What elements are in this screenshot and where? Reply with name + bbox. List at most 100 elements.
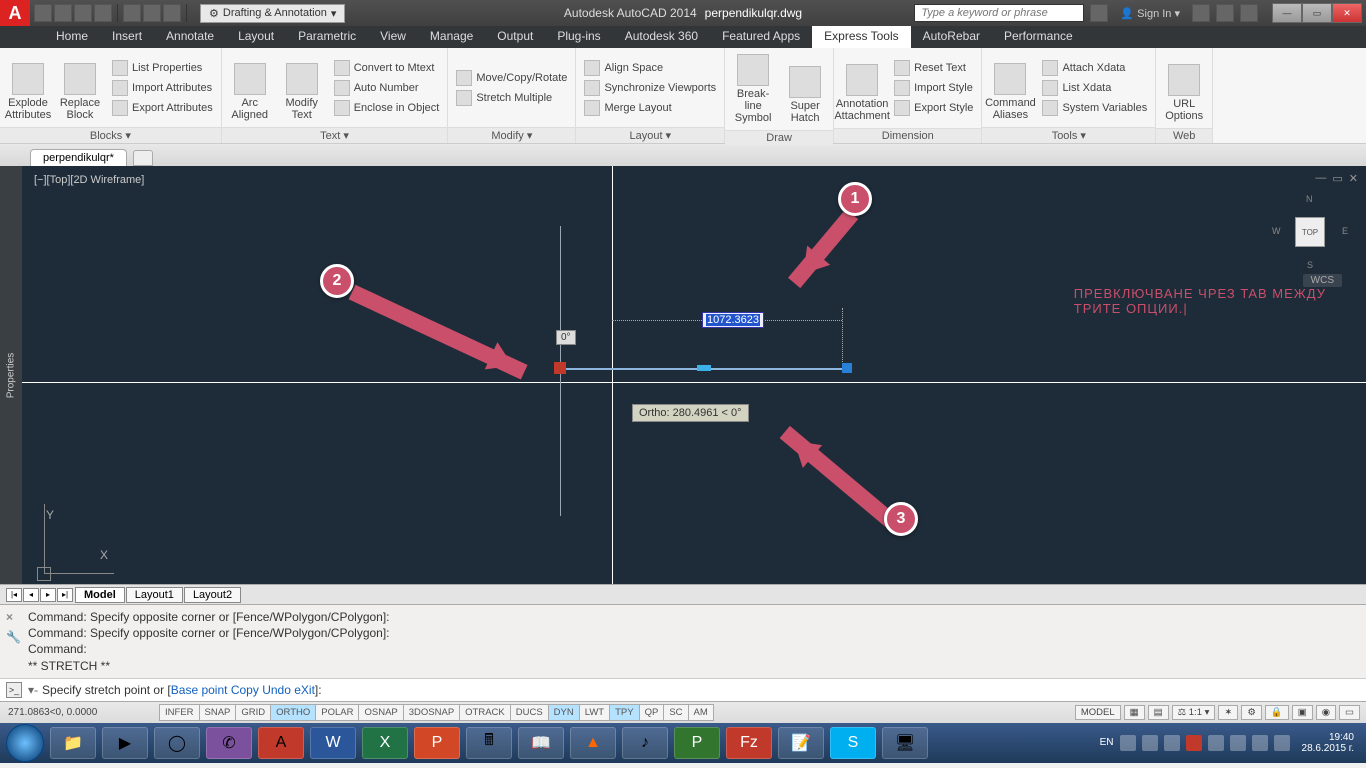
grip-midpoint[interactable] bbox=[697, 365, 711, 371]
taskbar-project-icon[interactable]: P bbox=[674, 727, 720, 759]
import-style-button[interactable]: Import Style bbox=[890, 79, 977, 97]
dynamic-input[interactable]: 1072.3623 bbox=[702, 312, 764, 328]
search-input[interactable] bbox=[914, 4, 1084, 22]
tray-app3-icon[interactable] bbox=[1274, 735, 1290, 751]
taskbar-itunes-icon[interactable]: ♪ bbox=[622, 727, 668, 759]
app-logo[interactable]: A bbox=[0, 0, 30, 26]
workspace-selector[interactable]: ⚙ Drafting & Annotation ▾ bbox=[200, 4, 345, 23]
export-attributes-button[interactable]: Export Attributes bbox=[108, 99, 217, 117]
clean-screen-icon[interactable]: ▭ bbox=[1339, 705, 1360, 720]
start-button[interactable] bbox=[6, 724, 44, 762]
taskbar-explorer-icon[interactable]: 📁 bbox=[50, 727, 96, 759]
move-copy-rotate-button[interactable]: Move/Copy/Rotate bbox=[452, 69, 571, 87]
align-space-button[interactable]: Align Space bbox=[580, 59, 720, 77]
taskbar-viber-icon[interactable]: ✆ bbox=[206, 727, 252, 759]
layout-tab-layout2[interactable]: Layout2 bbox=[184, 587, 241, 603]
taskbar-powerpoint-icon[interactable]: P bbox=[414, 727, 460, 759]
tab-featured-apps[interactable]: Featured Apps bbox=[710, 26, 812, 48]
status-toggle-ducs[interactable]: DUCS bbox=[510, 704, 549, 721]
status-toggle-ortho[interactable]: ORTHO bbox=[270, 704, 316, 721]
status-toggle-3dosnap[interactable]: 3DOSNAP bbox=[403, 704, 460, 721]
replace-block-button[interactable]: ReplaceBlock bbox=[56, 52, 104, 123]
model-space-button[interactable]: MODEL bbox=[1075, 705, 1121, 720]
exchange-icon[interactable] bbox=[1192, 4, 1210, 22]
cmd-close-icon[interactable]: × bbox=[6, 609, 13, 625]
status-toggle-grid[interactable]: GRID bbox=[235, 704, 271, 721]
workspace-switch-icon[interactable]: ⚙ bbox=[1241, 705, 1262, 720]
stretch-multiple-button[interactable]: Stretch Multiple bbox=[452, 89, 571, 107]
taskbar-excel-icon[interactable]: X bbox=[362, 727, 408, 759]
taskbar-chrome-icon[interactable]: ◯ bbox=[154, 727, 200, 759]
annotation-scale[interactable]: ⚖ 1:1 ▾ bbox=[1172, 705, 1216, 720]
close-button[interactable]: ✕ bbox=[1332, 3, 1362, 23]
qat-undo-icon[interactable] bbox=[143, 4, 161, 22]
status-toggle-infer[interactable]: INFER bbox=[159, 704, 200, 721]
taskbar-vlc-icon[interactable]: ▲ bbox=[570, 727, 616, 759]
break-line-symbol-button[interactable]: Break-lineSymbol bbox=[729, 52, 777, 126]
panel-title[interactable]: Text ▾ bbox=[222, 127, 448, 143]
annotation-attachment-button[interactable]: AnnotationAttachment bbox=[838, 52, 886, 124]
coordinates-readout[interactable]: 271.0863<0, 0.0000 bbox=[0, 707, 160, 718]
super-hatch-button[interactable]: SuperHatch bbox=[781, 52, 829, 126]
grip-endpoint[interactable] bbox=[842, 363, 852, 373]
layout-next-icon[interactable]: ▸ bbox=[40, 588, 56, 602]
status-toggle-am[interactable]: AM bbox=[688, 704, 714, 721]
tray-av-icon[interactable] bbox=[1186, 735, 1202, 751]
qat-saveas-icon[interactable] bbox=[94, 4, 112, 22]
taskbar-reader-icon[interactable]: 📖 bbox=[518, 727, 564, 759]
new-tab-button[interactable] bbox=[133, 150, 153, 166]
taskbar-mediaplayer-icon[interactable]: ▶ bbox=[102, 727, 148, 759]
tab-layout[interactable]: Layout bbox=[226, 26, 286, 48]
qat-open-icon[interactable] bbox=[54, 4, 72, 22]
qat-save-icon[interactable] bbox=[74, 4, 92, 22]
status-toggle-lwt[interactable]: LWT bbox=[579, 704, 610, 721]
cmd-prompt-icon[interactable]: >_ bbox=[6, 682, 22, 698]
tab-view[interactable]: View bbox=[368, 26, 418, 48]
panel-title[interactable]: Modify ▾ bbox=[448, 127, 575, 143]
toolbar-lock-icon[interactable]: 🔒 bbox=[1265, 705, 1289, 720]
panel-title[interactable]: Layout ▾ bbox=[576, 127, 724, 143]
status-toggle-dyn[interactable]: DYN bbox=[548, 704, 580, 721]
taskbar-autocad-icon[interactable]: A bbox=[258, 727, 304, 759]
tray-clock[interactable]: 19:40 28.6.2015 г. bbox=[1296, 732, 1360, 754]
tray-flag-icon[interactable] bbox=[1120, 735, 1136, 751]
taskbar-skype-icon[interactable]: S bbox=[830, 727, 876, 759]
qat-plot-icon[interactable] bbox=[123, 4, 141, 22]
panel-title[interactable]: Tools ▾ bbox=[982, 127, 1155, 143]
import-attributes-button[interactable]: Import Attributes bbox=[108, 79, 217, 97]
tab-parametric[interactable]: Parametric bbox=[286, 26, 368, 48]
viewport-label[interactable]: [−][Top][2D Wireframe] bbox=[34, 174, 144, 186]
status-toggle-qp[interactable]: QP bbox=[639, 704, 665, 721]
tab-autorebar[interactable]: AutoRebar bbox=[911, 26, 992, 48]
auto-number-button[interactable]: Auto Number bbox=[330, 79, 444, 97]
tab-performance[interactable]: Performance bbox=[992, 26, 1085, 48]
taskbar-monitor-icon[interactable]: 🖥 bbox=[882, 727, 928, 759]
viewport-maximize-icon[interactable]: ▭ bbox=[1332, 172, 1342, 185]
qat-new-icon[interactable] bbox=[34, 4, 52, 22]
status-snap-icon[interactable]: ▤ bbox=[1148, 705, 1169, 720]
convert-to-mtext-button[interactable]: Convert to Mtext bbox=[330, 59, 444, 77]
layout-first-icon[interactable]: |◂ bbox=[6, 588, 22, 602]
signin-button[interactable]: 👤 Sign In ▾ bbox=[1114, 7, 1186, 20]
list-properties-button[interactable]: List Properties bbox=[108, 59, 217, 77]
qat-redo-icon[interactable] bbox=[163, 4, 181, 22]
tray-app2-icon[interactable] bbox=[1252, 735, 1268, 751]
viewport-minimize-icon[interactable]: — bbox=[1315, 172, 1326, 185]
annotation-visibility-icon[interactable]: ✶ bbox=[1218, 705, 1238, 720]
tab-manage[interactable]: Manage bbox=[418, 26, 485, 48]
system-variables-button[interactable]: System Variables bbox=[1038, 99, 1151, 117]
tab-plug-ins[interactable]: Plug-ins bbox=[545, 26, 612, 48]
tray-network-icon[interactable] bbox=[1142, 735, 1158, 751]
layout-prev-icon[interactable]: ◂ bbox=[23, 588, 39, 602]
panel-title[interactable]: Draw bbox=[725, 130, 833, 145]
properties-palette-tab[interactable]: Properties bbox=[0, 166, 22, 584]
status-toggle-polar[interactable]: POLAR bbox=[315, 704, 359, 721]
viewcube[interactable]: TOP N S W E bbox=[1274, 196, 1346, 268]
taskbar-calc-icon[interactable]: 🖩 bbox=[466, 727, 512, 759]
stayconnected-icon[interactable] bbox=[1216, 4, 1234, 22]
tab-express-tools[interactable]: Express Tools bbox=[812, 26, 910, 48]
tab-insert[interactable]: Insert bbox=[100, 26, 154, 48]
tab-autodesk-360[interactable]: Autodesk 360 bbox=[613, 26, 710, 48]
tray-lang[interactable]: EN bbox=[1100, 737, 1114, 748]
viewport-close-icon[interactable]: ✕ bbox=[1349, 172, 1358, 185]
